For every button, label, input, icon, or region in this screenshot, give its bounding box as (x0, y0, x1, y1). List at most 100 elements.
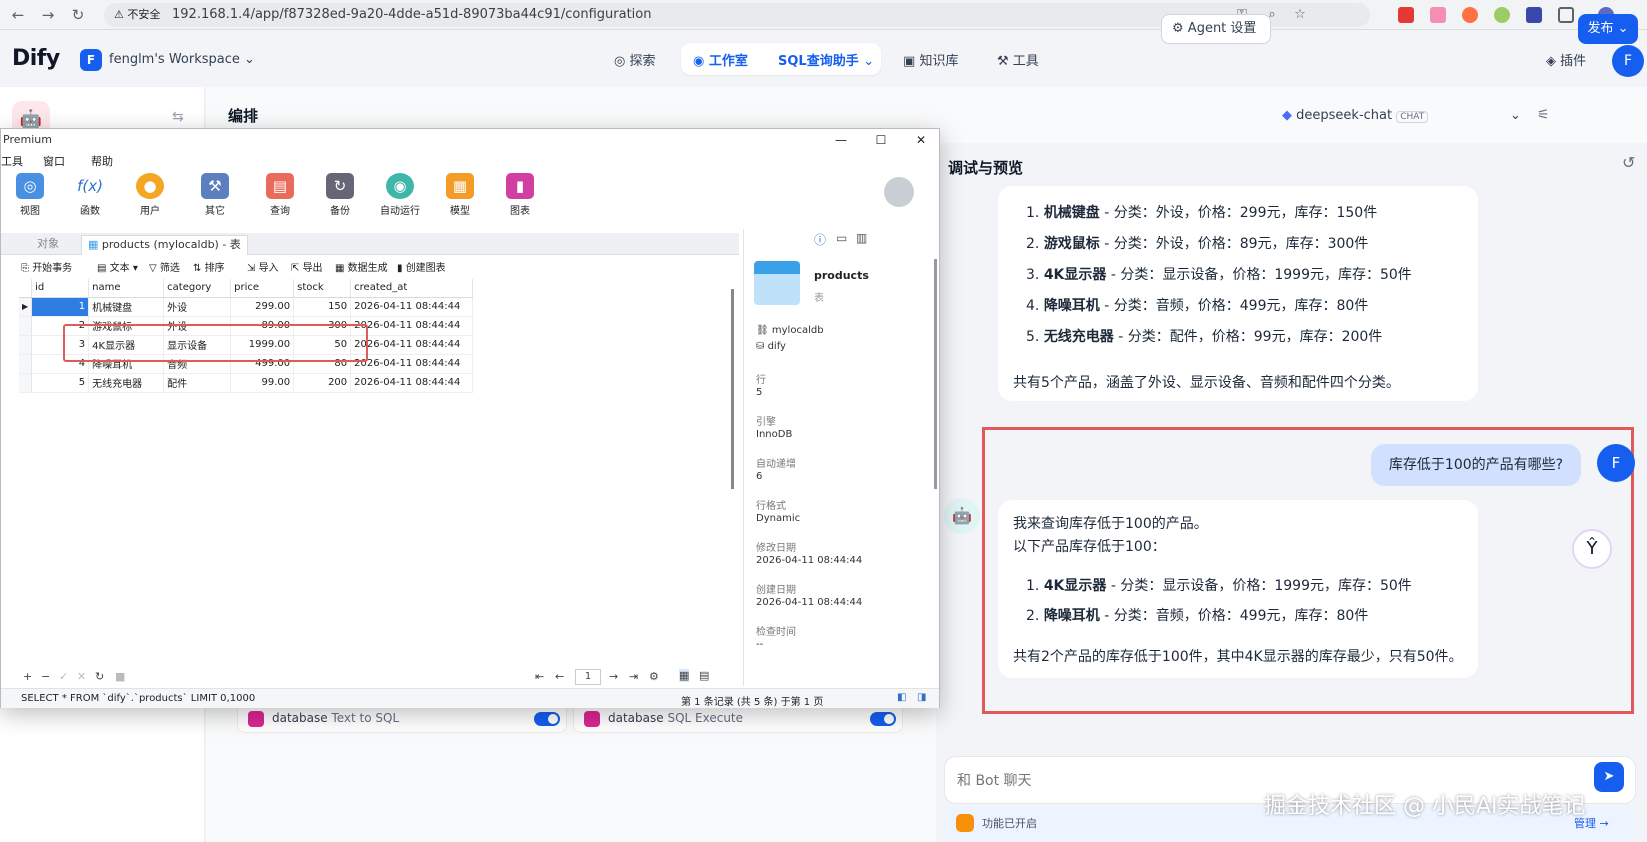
column-header[interactable]: price (230, 279, 295, 298)
toolbar-model[interactable]: ▦ 模型 (435, 173, 485, 217)
menu-tools[interactable]: 工具 (1, 153, 23, 169)
cell-created-at[interactable]: 2026-04-11 08:44:44 (350, 316, 474, 336)
apply-icon[interactable]: ✓ (59, 670, 68, 683)
model-selector[interactable]: ◆ deepseek-chat CHAT ⌄ (1282, 101, 1528, 131)
url-text[interactable]: 192.168.1.4/app/f87328ed-9a20-4dde-a51d-… (172, 7, 651, 23)
extension-icon[interactable] (1494, 7, 1510, 23)
layout-icon[interactable]: ▥ (856, 231, 867, 245)
prev-page-icon[interactable]: ← (555, 670, 564, 683)
tool-toggle[interactable] (870, 712, 896, 726)
toolbar-function[interactable]: f(x) 函数 (65, 173, 115, 217)
extension-icon[interactable] (1398, 7, 1414, 23)
last-page-icon[interactable]: ⇥ (629, 670, 638, 683)
begin-transaction-button[interactable]: ⎘ 开始事务 (21, 259, 72, 274)
delete-row-icon[interactable]: − (41, 670, 50, 683)
sidebar-toggle-icon[interactable]: ⇆ (172, 109, 184, 125)
star-icon[interactable]: ☆ (1292, 7, 1308, 23)
export-button[interactable]: ⇱ 导出 (291, 259, 323, 274)
extension-icon[interactable] (1526, 7, 1542, 23)
grid-view-icon[interactable]: ▦ (679, 669, 690, 682)
close-icon[interactable]: ✕ (908, 131, 934, 149)
next-page-icon[interactable]: → (609, 670, 618, 683)
toolbar-query[interactable]: ▤ 查询 (255, 173, 305, 217)
maximize-icon[interactable]: ☐ (868, 131, 894, 149)
cell-name[interactable]: 无线充电器 (88, 373, 165, 393)
import-button[interactable]: ⇲ 导入 (247, 259, 279, 274)
column-header[interactable]: category (163, 279, 232, 298)
nav-studio[interactable]: ◉ 工作室 (693, 50, 748, 69)
model-params-icon[interactable]: ⚟ (1537, 107, 1550, 123)
puzzle-icon[interactable] (1558, 7, 1574, 23)
cell-category[interactable]: 配件 (163, 373, 232, 393)
add-row-icon[interactable]: + (23, 670, 32, 683)
workspace-badge[interactable]: F (80, 49, 102, 71)
dify-logo[interactable]: Dify (12, 46, 60, 71)
assistant-icon[interactable]: Ŷ (1572, 529, 1612, 569)
form-view-icon[interactable]: ▤ (699, 669, 709, 682)
table-row[interactable]: ▶ 1 机械键盘 外设 299.00 150 2026-04-11 08:44:… (19, 297, 474, 317)
toolbar-user[interactable]: ● 用户 (125, 173, 175, 217)
toolbar-chart[interactable]: ▮ 图表 (495, 173, 545, 217)
toolbar-other[interactable]: ⚒ 其它 (190, 173, 240, 217)
filter-button[interactable]: ▽ 筛选 (149, 259, 180, 274)
forward-icon[interactable]: → (38, 5, 58, 25)
refresh-icon[interactable]: ↻ (95, 670, 104, 683)
security-badge[interactable]: ⚠ 不安全 (114, 7, 160, 23)
menu-window[interactable]: 窗口 (43, 153, 65, 169)
nav-tools[interactable]: ⚒ 工具 (997, 50, 1039, 69)
toggle-panel-icon[interactable]: ◨ (917, 692, 926, 703)
grid-scrollbar[interactable] (731, 289, 734, 489)
nav-explore[interactable]: ◎ 探索 (614, 50, 656, 69)
extension-icon[interactable] (1430, 7, 1446, 23)
cell-price[interactable]: 99.00 (230, 373, 295, 393)
discard-icon[interactable]: ✕ (77, 670, 86, 683)
account-avatar[interactable] (884, 177, 914, 207)
cell-created-at[interactable]: 2026-04-11 08:44:44 (350, 354, 474, 374)
ddl-icon[interactable]: ▭ (836, 231, 847, 245)
user-avatar[interactable]: F (1612, 45, 1644, 77)
reload-icon[interactable]: ↻ (68, 5, 88, 25)
nav-knowledge[interactable]: ▣ 知识库 (903, 50, 958, 69)
cell-created-at[interactable]: 2026-04-11 08:44:44 (350, 335, 474, 355)
cell-id[interactable]: 1 (31, 297, 90, 317)
column-header[interactable]: created_at (350, 279, 474, 298)
cell-name[interactable]: 机械键盘 (88, 297, 165, 317)
cell-created-at[interactable]: 2026-04-11 08:44:44 (350, 373, 474, 393)
tab-products-table[interactable]: ▦ products (mylocaldb) - 表 (81, 235, 248, 255)
column-header[interactable]: name (88, 279, 165, 298)
data-generation-button[interactable]: ▦ 数据生成 (335, 259, 388, 274)
menu-help[interactable]: 帮助 (91, 153, 113, 169)
toggle-panel-icon[interactable]: ◧ (897, 692, 906, 703)
stop-icon[interactable]: ■ (115, 670, 125, 683)
info-scrollbar[interactable] (934, 259, 937, 489)
cell-id[interactable]: 5 (31, 373, 90, 393)
back-icon[interactable]: ← (8, 5, 28, 25)
workspace-selector[interactable]: fenglm's Workspace ⌄ (109, 52, 255, 67)
send-button[interactable]: ➤ (1594, 762, 1624, 792)
tab-objects[interactable]: 对象 (37, 235, 59, 255)
column-header[interactable]: id (31, 279, 90, 298)
cell-stock[interactable]: 200 (293, 373, 352, 393)
create-chart-button[interactable]: ▮ 创建图表 (397, 259, 446, 274)
extension-icon[interactable] (1462, 7, 1478, 23)
toolbar-view[interactable]: ◎ 视图 (5, 173, 55, 217)
cell-category[interactable]: 外设 (163, 297, 232, 317)
toolbar-backup[interactable]: ↻ 备份 (315, 173, 365, 217)
sort-button[interactable]: ⇅ 排序 (193, 259, 225, 274)
app-switcher[interactable]: SQL查询助手 ⌄ (778, 50, 874, 69)
toolbar-automation[interactable]: ◉ 自动运行 (375, 173, 425, 217)
info-icon[interactable]: ⓘ (814, 231, 826, 248)
cell-created-at[interactable]: 2026-04-11 08:44:44 (350, 297, 474, 317)
cell-stock[interactable]: 150 (293, 297, 352, 317)
first-page-icon[interactable]: ⇤ (535, 670, 544, 683)
tool-toggle[interactable] (534, 712, 560, 726)
restart-icon[interactable]: ↺ (1622, 153, 1635, 172)
settings-icon[interactable]: ⚙ (649, 670, 659, 683)
table-row[interactable]: 5 无线充电器 配件 99.00 200 2026-04-11 08:44:44 (19, 373, 474, 393)
minimize-icon[interactable]: — (828, 131, 854, 149)
column-header[interactable]: stock (293, 279, 352, 298)
text-button[interactable]: ▤ 文本 ▾ (97, 259, 138, 274)
agent-settings-button[interactable]: ⚙ Agent 设置 (1161, 14, 1271, 44)
cell-price[interactable]: 299.00 (230, 297, 295, 317)
publish-button[interactable]: 发布 ⌄ (1578, 14, 1638, 44)
